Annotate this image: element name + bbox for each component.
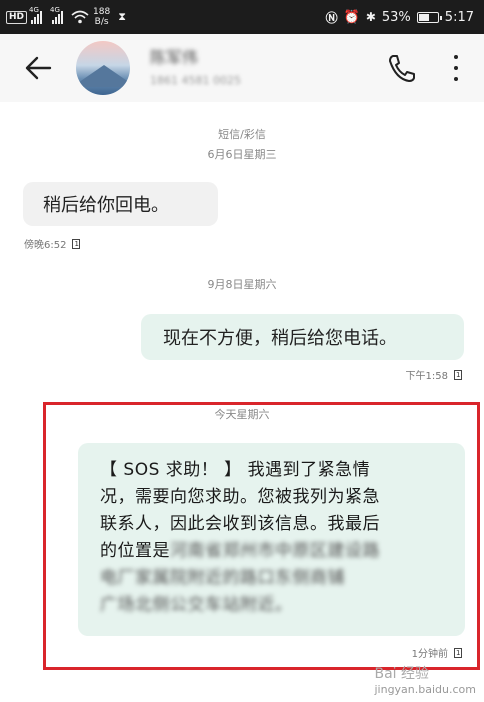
message-meta: 1分钟前 xyxy=(412,645,462,660)
call-button[interactable] xyxy=(386,52,416,84)
watermark: Bai 经验 jingyan.baidu.com xyxy=(374,666,476,696)
battery-percent: 53% xyxy=(381,9,411,25)
contact-number: 1861 4581 0025 xyxy=(150,74,241,87)
sos-message-bubble[interactable]: 【 SOS 求助！ 】 我遇到了紧急情 况，需要向您求助。您被我列为紧急 联系人… xyxy=(78,443,465,636)
message-time: 1分钟前 xyxy=(411,649,448,660)
hourglass-icon: ⧗ xyxy=(118,10,126,23)
message-time: 下午1:58 xyxy=(405,371,448,382)
signal-icon: 4G xyxy=(29,6,43,24)
sim-icon xyxy=(72,238,81,249)
date-separator: 今天星期六 xyxy=(214,408,270,421)
sim-icon xyxy=(454,369,462,380)
status-bar: HD 4G 4G 188 B/s ⧗ Ⓝ ⏰ ✱ 53% 5:17 xyxy=(0,0,484,34)
message-text: 现在不方便，稍后给您电话。 xyxy=(163,328,397,349)
more-options-button[interactable] xyxy=(448,52,464,84)
alarm-icon: ⏰ xyxy=(343,9,360,25)
message-meta: 下午1:58 xyxy=(406,367,462,382)
redacted-location: 广场北侧公交车站附近。 xyxy=(100,595,293,615)
message-meta: 傍晚6:52 xyxy=(24,236,81,251)
sim-icon xyxy=(454,647,462,658)
nfc-icon: Ⓝ xyxy=(325,10,338,25)
sos-message-text: 【 SOS 求助！ 】 我遇到了紧急情 况，需要向您求助。您被我列为紧急 联系人… xyxy=(100,457,380,619)
message-bubble-outgoing[interactable]: 现在不方便，稍后给您电话。 xyxy=(141,314,464,360)
bluetooth-icon: ✱ xyxy=(365,10,376,24)
message-bubble-incoming[interactable]: 稍后给你回电。 xyxy=(23,182,218,226)
signal-icon: 4G xyxy=(50,6,64,24)
sms-mms-label: 短信/彩信 xyxy=(218,128,266,141)
date-separator: 6月6日星期三 xyxy=(207,148,277,161)
battery-icon xyxy=(416,11,442,23)
net-speed: 188 B/s xyxy=(93,7,111,27)
back-arrow-icon xyxy=(25,56,52,80)
avatar[interactable] xyxy=(76,41,130,95)
clock: 5:17 xyxy=(444,9,474,25)
back-button[interactable] xyxy=(20,48,60,88)
phone-icon xyxy=(389,55,415,82)
hd-badge: HD xyxy=(6,10,28,24)
message-text: 稍后给你回电。 xyxy=(43,195,169,216)
redacted-location: 河南省郑州市中原区建设路 xyxy=(170,541,380,561)
redacted-location: 电厂家属院附近的路口东侧商铺 xyxy=(100,568,345,588)
conversation-header: 陈军伟 1861 4581 0025 xyxy=(0,34,484,102)
wifi-icon xyxy=(71,10,89,24)
message-time: 傍晚6:52 xyxy=(24,240,67,251)
contact-name: 陈军伟 xyxy=(150,48,199,67)
date-separator: 9月8日星期六 xyxy=(207,278,277,291)
